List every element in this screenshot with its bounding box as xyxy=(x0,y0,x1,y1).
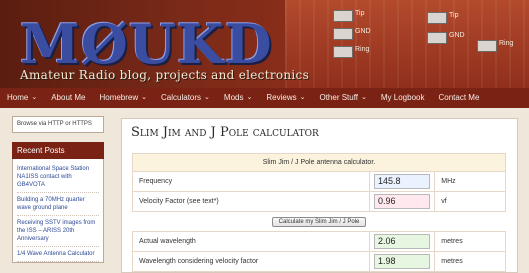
velocity-factor-input[interactable]: 0.96 xyxy=(373,194,431,209)
nav-item-calculators[interactable]: Calculators ⌄ xyxy=(154,88,217,108)
nav-item-my-logbook[interactable]: My Logbook xyxy=(374,88,432,108)
recent-post-link[interactable]: Receiving SSTV images from the ISS – ARI… xyxy=(17,216,99,247)
sidebar: Browse via HTTP or HTTPS Recent Posts In… xyxy=(12,116,104,263)
pcb-jack xyxy=(333,28,353,40)
header-pcb-photo: Tip GND Ring Tip GND Ring xyxy=(285,0,529,88)
frequency-unit: MHz xyxy=(434,171,506,192)
pcb-jack xyxy=(427,32,447,44)
chevron-down-icon: ⌄ xyxy=(299,94,306,101)
pcb-label: Tip xyxy=(355,10,365,17)
pcb-label: GND xyxy=(449,32,465,39)
nav-item-homebrew[interactable]: Homebrew ⌄ xyxy=(92,88,154,108)
pcb-label: Ring xyxy=(499,40,514,47)
main-content: Slim Jim and J Pole calculator Slim Jim … xyxy=(121,118,518,273)
actual-wavelength-output: 2.06 xyxy=(373,234,431,249)
frequency-input[interactable]: 145.8 xyxy=(373,174,431,189)
recent-posts-heading: Recent Posts xyxy=(12,142,104,159)
nav-item-contact-me[interactable]: Contact Me xyxy=(431,88,486,108)
recent-post-link[interactable]: International Space Station NA1ISS conta… xyxy=(17,162,99,193)
calculate-button[interactable]: Calculate my Slim Jim / J Pole xyxy=(271,216,367,227)
site-tagline: Amateur Radio blog, projects and electro… xyxy=(20,68,310,82)
main-nav: Home ⌄ About Me Homebrew ⌄ Calculators ⌄ Mo… xyxy=(0,88,529,108)
pcb-label: Tip xyxy=(449,12,459,19)
pcb-jack xyxy=(333,46,353,58)
nav-item-reviews[interactable]: Reviews ⌄ xyxy=(259,88,312,108)
chevron-down-icon: ⌄ xyxy=(141,94,148,101)
chevron-down-icon: ⌄ xyxy=(204,94,210,101)
chevron-down-icon: ⌄ xyxy=(361,94,367,101)
vf-wavelength-label: Wavelength considering velocity factor xyxy=(132,251,370,272)
velocity-factor-label: Velocity Factor (see text*) xyxy=(132,191,370,212)
calculator-header: Slim Jim / J Pole antenna calculator. xyxy=(132,153,506,172)
velocity-factor-unit: vf xyxy=(434,191,506,212)
content-area: Browse via HTTP or HTTPS Recent Posts In… xyxy=(0,108,529,273)
recent-posts-list: International Space Station NA1ISS conta… xyxy=(12,159,104,263)
recent-post-link[interactable]: 1/4 Wave Antenna Calculator xyxy=(17,247,99,262)
vf-wavelength-unit: metres xyxy=(434,251,506,272)
vf-wavelength-output: 1.98 xyxy=(373,254,431,269)
chevron-down-icon: ⌄ xyxy=(246,94,253,101)
actual-wavelength-label: Actual wavelength xyxy=(132,231,370,252)
pcb-jack xyxy=(427,12,447,24)
pcb-jack xyxy=(333,10,353,22)
browse-protocol-link[interactable]: Browse via HTTP or HTTPS xyxy=(12,116,104,133)
nav-item-home[interactable]: Home ⌄ xyxy=(0,88,44,108)
pcb-label: GND xyxy=(355,28,371,35)
site-header: Tip GND Ring Tip GND Ring MØUKD Amateur … xyxy=(0,0,529,88)
page-title: Slim Jim and J Pole calculator xyxy=(131,125,319,140)
recent-post-link[interactable]: Building a 70MHz quarter wave ground pla… xyxy=(17,193,99,216)
nav-item-about-me[interactable]: About Me xyxy=(44,88,92,108)
site-logo[interactable]: MØUKD xyxy=(20,12,273,76)
calculator-table: Slim Jim / J Pole antenna calculator. Fr… xyxy=(132,153,506,272)
frequency-label: Frequency xyxy=(132,171,370,192)
nav-item-mods[interactable]: Mods ⌄ xyxy=(217,88,259,108)
pcb-jack xyxy=(477,40,497,52)
chevron-down-icon: ⌄ xyxy=(31,94,38,101)
pcb-label: Ring xyxy=(355,46,370,53)
nav-item-other-stuff[interactable]: Other Stuff ⌄ xyxy=(312,88,373,108)
actual-wavelength-unit: metres xyxy=(434,231,506,252)
